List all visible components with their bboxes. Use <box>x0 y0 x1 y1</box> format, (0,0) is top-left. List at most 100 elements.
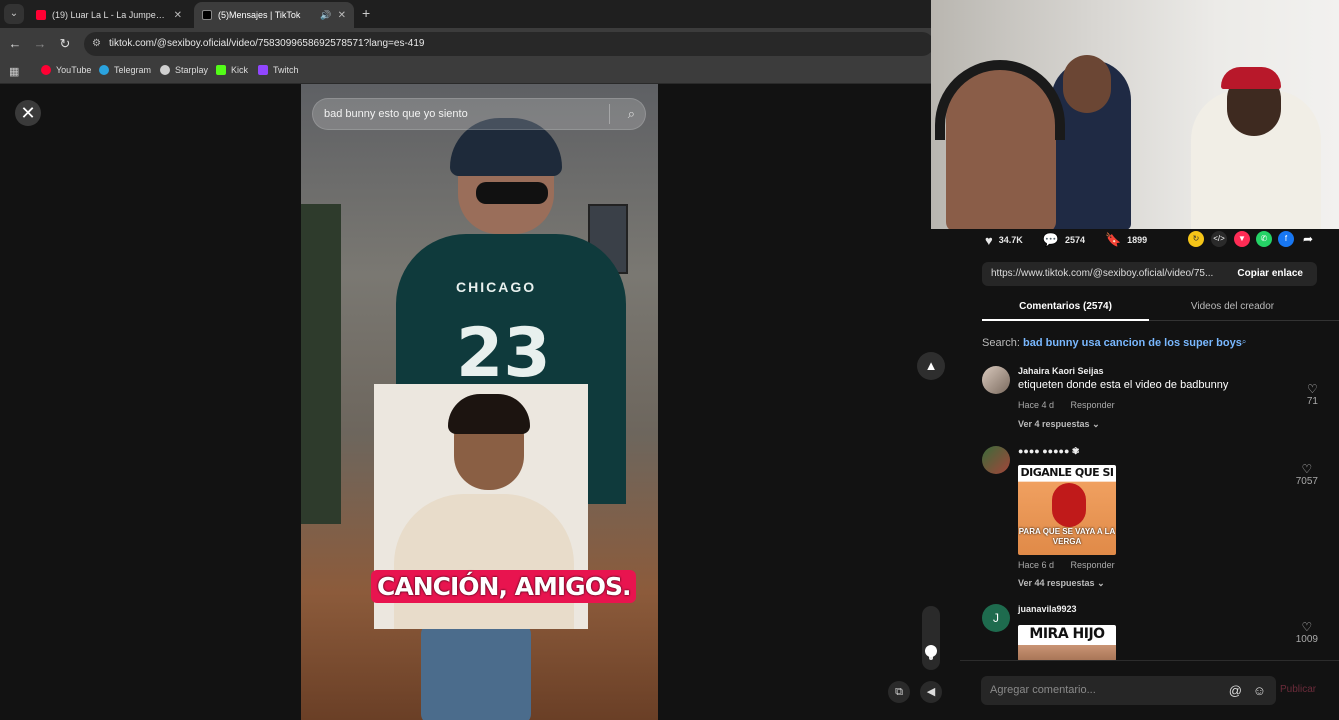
publish-button[interactable]: Publicar <box>1280 684 1316 695</box>
bookmark-telegram[interactable]: Telegram <box>99 65 151 75</box>
bookmark-starplay[interactable]: Starplay <box>160 65 208 75</box>
bookmarks-bar: ▦ YouTube Telegram Starplay Kick Twitch <box>0 60 931 84</box>
comment-item: ●●●● ●●●●● ✾ DIGANLE QUE SI PARA QUE SE … <box>982 446 1322 592</box>
comment-text: etiqueten donde esta el video de badbunn… <box>1018 379 1229 391</box>
tab-comments[interactable]: Comentarios (2574) <box>982 301 1149 312</box>
like-count: 7057 <box>1295 476 1318 487</box>
view-replies-button[interactable]: Ver 44 respuestas ⌄ <box>1018 578 1105 589</box>
heart-icon[interactable]: ♥ <box>985 233 993 248</box>
search-suggestion[interactable]: Search: bad bunny usa cancion de los sup… <box>982 337 1246 349</box>
embed-code-icon[interactable]: </> <box>1211 231 1227 247</box>
mention-icon[interactable]: @ <box>1229 676 1242 705</box>
reply-button[interactable]: Responder <box>1071 400 1115 410</box>
tab-close-icon[interactable]: ✕ <box>338 10 346 21</box>
copy-link-button[interactable]: Copiar enlace <box>1237 268 1303 279</box>
avatar[interactable]: J <box>982 604 1010 632</box>
video-player[interactable]: CHICAGO 23 CANCIÓN, AMIGOS. <box>301 84 658 720</box>
comment-meme-image[interactable]: DIGANLE QUE SI PARA QUE SE VAYA A LA VER… <box>1018 465 1116 555</box>
tab-close-icon[interactable]: ✕ <box>174 10 182 21</box>
comment-like[interactable]: ♡ 1009 <box>1296 620 1318 645</box>
share-arrow-icon[interactable]: ➦ <box>1300 231 1316 247</box>
cam-cap <box>1221 67 1281 89</box>
comment-input[interactable]: Agregar comentario... @ ☺ <box>981 676 1276 705</box>
cam-person-middle-head <box>1063 55 1111 113</box>
bookmark-label: YouTube <box>56 65 92 75</box>
tiktok-favicon-icon <box>202 10 212 20</box>
tab-youtube[interactable]: (19) Luar La L - La Jumper (Visu ✕ <box>28 2 190 28</box>
emoji-icon[interactable]: ☺ <box>1253 676 1266 705</box>
volume-slider[interactable] <box>922 606 940 670</box>
volume-icon[interactable]: ◀ <box>920 681 942 703</box>
bookmark-icon[interactable]: 🔖 <box>1105 232 1121 248</box>
avatar[interactable] <box>982 446 1010 474</box>
comment-meme-image[interactable]: MIRA HIJO <box>1018 625 1116 660</box>
site-settings-icon[interactable]: ⚙ <box>92 32 101 56</box>
tab-search-dropdown-icon[interactable]: ⌄ <box>4 4 24 24</box>
webcam-overlay <box>931 0 1339 229</box>
tab-creator-videos[interactable]: Videos del creador <box>1149 301 1316 312</box>
comment-time: Hace 4 d <box>1018 400 1055 410</box>
comment-like[interactable]: ♡ 7057 <box>1296 462 1318 487</box>
url-field[interactable]: ⚙ tiktok.com/@sexiboy.oficial/video/7583… <box>84 32 934 56</box>
search-suggestion-query[interactable]: bad bunny usa cancion de los super boys <box>1023 337 1242 349</box>
reply-button[interactable]: Responder <box>1071 560 1115 570</box>
comment-username[interactable]: ●●●● ●●●●● ✾ <box>1018 446 1079 457</box>
browser-tab-bar: ⌄ (19) Luar La L - La Jumper (Visu ✕ (5)… <box>0 0 931 28</box>
address-bar: ← → ↻ ⚙ tiktok.com/@sexiboy.oficial/vide… <box>0 28 934 60</box>
search-icon[interactable]: ⌕ <box>628 99 635 129</box>
youtube-favicon-icon <box>36 10 46 20</box>
comment-meta: Hace 6 d Responder <box>1018 560 1115 570</box>
send-friends-icon[interactable]: ▼ <box>1234 231 1250 247</box>
screen: ⌄ (19) Luar La L - La Jumper (Visu ✕ (5)… <box>0 0 1339 720</box>
share-repost-icon[interactable]: ↻ <box>1188 231 1204 247</box>
search-prefix: Search: <box>982 337 1020 349</box>
chevron-up-icon[interactable]: ▲ <box>917 352 945 380</box>
heart-outline-icon[interactable]: ♡ <box>1296 462 1318 476</box>
shirt-text: CHICAGO <box>456 279 537 295</box>
comment-username[interactable]: juanavila9923 <box>1018 604 1077 614</box>
bookmark-twitch[interactable]: Twitch <box>258 65 299 75</box>
share-link-box: https://www.tiktok.com/@sexiboy.oficial/… <box>982 262 1317 286</box>
view-replies-button[interactable]: Ver 4 respuestas ⌄ <box>1018 419 1100 430</box>
meme-top-text: DIGANLE QUE SI <box>1020 466 1114 479</box>
search-input[interactable]: bad bunny esto que yo siento ⌕ <box>312 98 646 130</box>
url-text: tiktok.com/@sexiboy.oficial/video/758309… <box>109 38 425 49</box>
action-stats: ♥ 34.7K 💬 2574 🔖 1899 <box>985 230 1147 250</box>
shirt-number: 23 <box>456 314 551 393</box>
comment-icon[interactable]: 💬 <box>1043 232 1059 248</box>
starplay-icon <box>160 65 170 75</box>
close-icon[interactable]: ✕ <box>15 100 41 126</box>
share-link-text[interactable]: https://www.tiktok.com/@sexiboy.oficial/… <box>991 268 1223 279</box>
facebook-icon[interactable]: f <box>1278 231 1294 247</box>
back-arrow-icon[interactable]: ← <box>7 36 23 51</box>
meme-bottom-text: PARA QUE SE VAYA A LA VERGA <box>1018 527 1116 546</box>
comment-meta: Hace 4 d Responder <box>1018 400 1115 410</box>
comment-like[interactable]: ♡ 71 <box>1307 382 1318 407</box>
bookmark-kick[interactable]: Kick <box>216 65 248 75</box>
floating-player-icon[interactable]: ⧉ <box>888 681 910 703</box>
new-tab-plus-icon[interactable]: + <box>362 5 370 21</box>
twitch-icon <box>258 65 268 75</box>
meme-top-text: MIRA HIJO <box>1029 626 1105 642</box>
tab-tiktok[interactable]: (5)Mensajes | TikTok 🔊 ✕ <box>194 2 354 28</box>
heart-outline-icon[interactable]: ♡ <box>1296 620 1318 634</box>
comment-username[interactable]: Jahaira Kaori Seijas <box>1018 366 1104 376</box>
speaker-icon[interactable]: 🔊 <box>320 10 331 21</box>
search-small-icon: ⌕ <box>1241 337 1247 346</box>
bookmark-youtube[interactable]: YouTube <box>41 65 91 75</box>
like-count: 71 <box>1306 396 1318 407</box>
apps-grid-icon[interactable]: ▦ <box>9 65 19 78</box>
panel-tabs: Comentarios (2574) Videos del creador <box>982 296 1339 321</box>
tab-title: (5)Mensajes | TikTok <box>218 10 301 20</box>
volume-knob[interactable] <box>925 645 937 657</box>
saves-count: 1899 <box>1127 235 1148 245</box>
reload-icon[interactable]: ↻ <box>57 36 73 52</box>
heart-outline-icon[interactable]: ♡ <box>1307 382 1318 396</box>
whatsapp-icon[interactable]: ✆ <box>1256 231 1272 247</box>
bookmark-label: Telegram <box>114 65 152 75</box>
chevron-down-icon: ⌄ <box>1092 419 1100 429</box>
video-caption: CANCIÓN, AMIGOS. <box>371 570 637 603</box>
avatar[interactable] <box>982 366 1010 394</box>
comment-placeholder: Agregar comentario... <box>990 684 1096 696</box>
forward-arrow-icon[interactable]: → <box>32 36 48 51</box>
